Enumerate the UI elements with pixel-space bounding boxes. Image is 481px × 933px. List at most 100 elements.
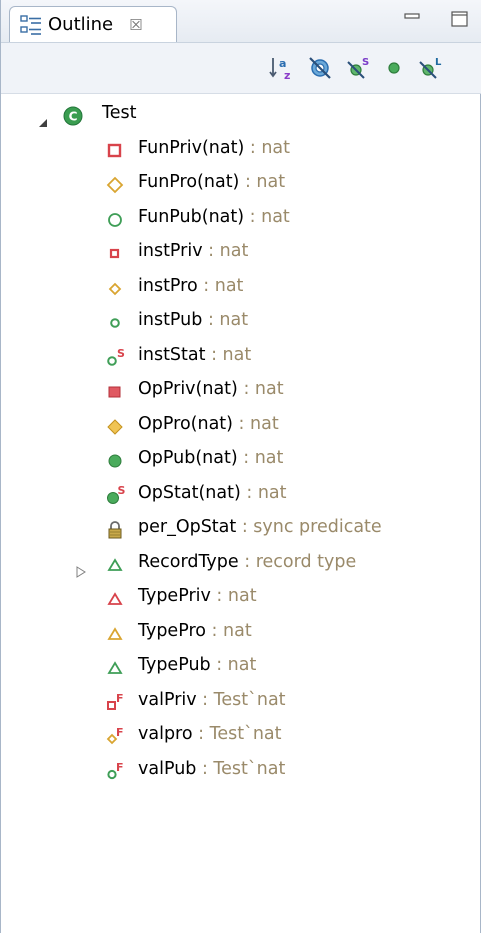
tree-item-label: instPro: [138, 275, 198, 296]
svg-text:S: S: [362, 57, 369, 68]
type-separator: :: [244, 206, 262, 227]
tree-item-opstat[interactable]: S OpStat(nat) : nat: [1, 476, 481, 511]
static-field-icon: S: [105, 346, 125, 366]
tree-item-type: nat: [256, 172, 286, 192]
type-separator: :: [236, 517, 254, 537]
type-separator: :: [205, 620, 223, 641]
collapse-icon[interactable]: [37, 107, 49, 127]
sort-alphabetically-icon[interactable]: a z: [269, 55, 295, 81]
outline-view: Outline ☒ a z S L C Test FunPriv(nat): …: [0, 0, 481, 933]
tree-item-typepro[interactable]: TypePro : nat: [1, 614, 481, 649]
public-operation-icon: [105, 449, 125, 469]
tree-item-instpriv[interactable]: instPriv : nat: [1, 234, 481, 269]
tree-item-test-class[interactable]: C Test: [1, 96, 481, 131]
type-separator: :: [232, 413, 251, 434]
public-type-icon: [105, 656, 125, 676]
tree-item-type: nat: [214, 275, 244, 296]
tree-item-label: Test: [102, 103, 137, 123]
tree-item-label: TypePriv: [138, 586, 211, 606]
hide-fields-icon[interactable]: [307, 55, 333, 81]
tree-item-label: FunPro(nat): [138, 172, 240, 192]
svg-text:F: F: [116, 727, 124, 739]
tree-item-type: nat: [223, 620, 252, 641]
hide-non-public-members-icon[interactable]: [381, 55, 407, 81]
svg-text:C: C: [69, 110, 78, 124]
tree-item-label: TypePro: [138, 620, 206, 641]
tree-item-recordtype[interactable]: RecordType : record type: [1, 545, 481, 580]
svg-text:z: z: [284, 69, 290, 81]
maximize-button[interactable]: [449, 10, 471, 28]
type-separator: :: [237, 379, 255, 399]
tree-item-label: instPriv: [138, 241, 203, 261]
class-icon: C: [63, 104, 83, 126]
tree-item-type: nat: [250, 413, 279, 434]
tree-item-funpro[interactable]: FunPro(nat) : nat: [1, 165, 481, 200]
tree-item-label: FunPub(nat): [138, 206, 245, 227]
tree-item-type: nat: [222, 344, 252, 365]
type-separator: :: [244, 137, 262, 158]
tree-item-type: nat: [219, 310, 249, 330]
expand-icon[interactable]: [75, 556, 87, 578]
public-function-icon: [105, 208, 125, 228]
tree-item-label: OpPub(nat): [138, 448, 238, 468]
tree-item-inststat[interactable]: S instStat : nat: [1, 338, 481, 373]
hide-static-members-icon[interactable]: S: [345, 55, 371, 81]
hide-local-types-icon[interactable]: L: [417, 55, 443, 81]
tree-item-instpro[interactable]: instPro : nat: [1, 269, 481, 304]
type-separator: :: [197, 275, 215, 296]
tree-item-type: nat: [254, 448, 284, 468]
tree-item-type: nat: [227, 586, 257, 606]
tree-item-typepub[interactable]: TypePub : nat: [1, 648, 481, 683]
type-separator: :: [238, 551, 256, 572]
type-separator: :: [196, 689, 214, 710]
tree-item-valpub[interactable]: F valPub : Test`nat: [1, 752, 481, 787]
tree-item-funpriv[interactable]: FunPriv(nat) : nat: [1, 131, 481, 166]
type-separator: :: [210, 655, 228, 675]
tree-item-oppub[interactable]: OpPub(nat) : nat: [1, 441, 481, 476]
private-function-icon: [105, 139, 125, 159]
lock-icon: [105, 518, 125, 539]
view-tab-bar: Outline ☒: [1, 0, 481, 43]
tree-item-instpub[interactable]: instPub : nat: [1, 303, 481, 338]
private-value-icon: F: [105, 691, 125, 711]
public-type-icon: [105, 553, 125, 573]
tree-item-label: OpPriv(nat): [138, 379, 238, 399]
svg-text:S: S: [117, 348, 125, 360]
tree-item-type: nat: [257, 482, 287, 503]
close-icon[interactable]: ☒: [129, 16, 142, 34]
type-separator: :: [210, 586, 228, 606]
tree-item-label: RecordType: [138, 551, 239, 572]
tree-item-label: valpro: [138, 724, 193, 744]
tree-item-type: Test`nat: [213, 689, 286, 710]
tree-item-valpriv[interactable]: F valPriv : Test`nat: [1, 683, 481, 718]
tree-item-label: TypePub: [138, 655, 211, 675]
outline-tab[interactable]: Outline ☒: [9, 6, 177, 42]
tree-item-typepriv[interactable]: TypePriv : nat: [1, 579, 481, 614]
tree-empty-area[interactable]: [1, 800, 481, 933]
protected-type-icon: [105, 622, 125, 642]
type-separator: :: [239, 172, 257, 192]
tree-item-type: record type: [255, 551, 357, 572]
tree-item-type: nat: [254, 379, 284, 399]
tree-item-valpro[interactable]: F valpro : Test`nat: [1, 717, 481, 752]
tree-item-oppro[interactable]: OpPro(nat) : nat: [1, 407, 481, 442]
protected-function-icon: [105, 173, 125, 194]
public-value-icon: F: [105, 760, 125, 780]
svg-text:S: S: [118, 486, 126, 497]
private-field-icon: [105, 242, 125, 262]
tree-item-funpub[interactable]: FunPub(nat) : nat: [1, 200, 481, 235]
tree-item-per-opstat[interactable]: per_OpStat : sync predicate: [1, 510, 481, 545]
tab-title: Outline: [48, 14, 114, 35]
minimize-button[interactable]: [401, 10, 423, 28]
svg-text:L: L: [435, 57, 442, 68]
tree-item-label: OpPro(nat): [138, 413, 233, 434]
private-type-icon: [105, 587, 125, 607]
type-separator: :: [196, 758, 214, 779]
type-separator: :: [202, 241, 220, 261]
tree-item-type: nat: [261, 137, 291, 158]
tree-item-oppriv[interactable]: OpPriv(nat) : nat: [1, 372, 481, 407]
outline-tree: C Test FunPriv(nat) : nat FunPro(nat) : …: [1, 96, 481, 786]
type-separator: :: [192, 724, 210, 744]
type-separator: :: [205, 344, 223, 365]
tree-item-type: Test`nat: [213, 758, 286, 779]
